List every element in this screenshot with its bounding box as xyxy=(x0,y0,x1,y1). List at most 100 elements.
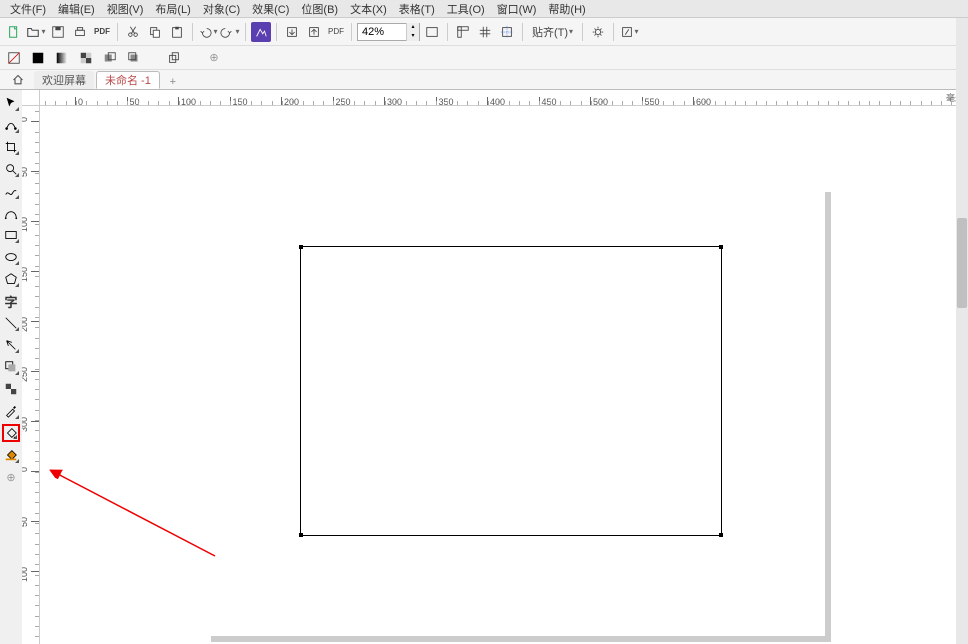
menu-edit[interactable]: 编辑(E) xyxy=(52,0,101,19)
separator xyxy=(582,23,583,41)
options-button[interactable] xyxy=(588,22,608,42)
toolbox-add-button[interactable]: ⊕ xyxy=(2,468,20,486)
ruler-h-tick: 500 xyxy=(590,97,608,105)
ruler-origin[interactable] xyxy=(22,90,40,106)
handle-top-left[interactable] xyxy=(299,245,303,249)
separator xyxy=(447,23,448,41)
show-guides-button[interactable] xyxy=(497,22,517,42)
ruler-h-tick: 450 xyxy=(539,97,557,105)
pick-tool[interactable] xyxy=(2,94,20,112)
cut-button[interactable] xyxy=(123,22,143,42)
launcher-button[interactable] xyxy=(619,22,639,42)
redo-button[interactable] xyxy=(220,22,240,42)
dimension-tool[interactable] xyxy=(2,314,20,332)
eyedropper-tool[interactable] xyxy=(2,402,20,420)
ruler-horizontal[interactable]: 毫米 050100150200250300350400450500550600 xyxy=(40,90,968,106)
interactive-fill-tool[interactable] xyxy=(2,424,20,442)
ruler-vertical[interactable]: 050100150200250300050100 xyxy=(22,106,40,644)
zoom-spinner[interactable]: ▴▾ xyxy=(406,23,419,41)
export-button[interactable] xyxy=(304,22,324,42)
snap-dropdown[interactable]: 贴齐(T) xyxy=(528,22,577,42)
overlay2-swatch[interactable] xyxy=(124,48,144,68)
crop-tool[interactable] xyxy=(2,138,20,156)
paste-button[interactable] xyxy=(167,22,187,42)
shape-tool[interactable] xyxy=(2,116,20,134)
connector-tool[interactable] xyxy=(2,336,20,354)
pattern-swatch[interactable] xyxy=(76,48,96,68)
scrollbar-thumb[interactable] xyxy=(957,218,967,308)
fullscreen-button[interactable] xyxy=(422,22,442,42)
separator xyxy=(117,23,118,41)
rectangle-tool[interactable] xyxy=(2,226,20,244)
zoom-value-field[interactable] xyxy=(358,26,406,38)
ruler-v-tick: 150 xyxy=(31,271,39,272)
active-document-tab[interactable]: 未命名 -1 xyxy=(96,71,160,89)
show-rulers-button[interactable] xyxy=(453,22,473,42)
canvas[interactable] xyxy=(40,106,968,644)
open-button[interactable] xyxy=(26,22,46,42)
save-button[interactable] xyxy=(48,22,68,42)
new-tab-button[interactable]: + xyxy=(166,75,180,89)
ruler-h-tick: 350 xyxy=(436,97,454,105)
ruler-h-tick: 300 xyxy=(384,97,402,105)
separator xyxy=(351,23,352,41)
separator xyxy=(613,23,614,41)
publish-pdf-button[interactable]: PDF xyxy=(326,22,346,42)
menu-help[interactable]: 帮助(H) xyxy=(542,0,591,19)
handle-bottom-right[interactable] xyxy=(719,533,723,537)
menu-window[interactable]: 窗口(W) xyxy=(491,0,543,19)
overlay1-swatch[interactable] xyxy=(100,48,120,68)
import-button[interactable] xyxy=(282,22,302,42)
smart-fill-tool[interactable] xyxy=(2,446,20,464)
vertical-scrollbar[interactable] xyxy=(956,18,968,644)
add-preset-button[interactable]: ⊕ xyxy=(204,48,224,68)
handle-top-right[interactable] xyxy=(719,245,723,249)
dropshadow-tool[interactable] xyxy=(2,358,20,376)
handle-bottom-left[interactable] xyxy=(299,533,303,537)
menubar: 文件(F) 编辑(E) 视图(V) 布局(L) 对象(C) 效果(C) 位图(B… xyxy=(0,0,968,18)
new-button[interactable] xyxy=(4,22,24,42)
show-grid-button[interactable] xyxy=(475,22,495,42)
ruler-h-tick: 400 xyxy=(487,97,505,105)
zoom-level-input[interactable]: ▴▾ xyxy=(357,23,420,41)
zoom-tool[interactable] xyxy=(2,160,20,178)
separator xyxy=(522,23,523,41)
copy-fill-button[interactable] xyxy=(164,48,184,68)
ruler-v-tick: 50 xyxy=(31,521,39,522)
no-fill-swatch[interactable] xyxy=(4,48,24,68)
menu-tools[interactable]: 工具(O) xyxy=(441,0,491,19)
bezier-tool[interactable] xyxy=(2,204,20,222)
copy-button[interactable] xyxy=(145,22,165,42)
export-pdf-button[interactable]: PDF xyxy=(92,22,112,42)
text-tool[interactable]: 字 xyxy=(2,292,20,310)
black-swatch[interactable] xyxy=(28,48,48,68)
print-button[interactable] xyxy=(70,22,90,42)
menu-view[interactable]: 视图(V) xyxy=(101,0,150,19)
transparency-tool[interactable] xyxy=(2,380,20,398)
polygon-tool[interactable] xyxy=(2,270,20,288)
welcome-tab[interactable]: 欢迎屏幕 xyxy=(34,71,94,89)
separator xyxy=(192,23,193,41)
ruler-v-tick: 0 xyxy=(31,471,39,472)
ruler-v-tick: 300 xyxy=(31,421,39,422)
canvas-viewport[interactable]: 毫米 050100150200250300350400450500550600 … xyxy=(22,90,968,644)
home-tab[interactable] xyxy=(4,71,32,89)
gradient-swatch[interactable] xyxy=(52,48,72,68)
menu-bitmap[interactable]: 位图(B) xyxy=(295,0,344,19)
main-area: 字 ⊕ 毫米 050100150200250300350400450500550… xyxy=(0,90,968,644)
menu-layout[interactable]: 布局(L) xyxy=(149,0,196,19)
menu-text[interactable]: 文本(X) xyxy=(344,0,393,19)
separator xyxy=(276,23,277,41)
menu-file[interactable]: 文件(F) xyxy=(4,0,52,19)
document-tabstrip: 欢迎屏幕 未命名 -1 + xyxy=(0,70,968,90)
ellipse-tool[interactable] xyxy=(2,248,20,266)
menu-object[interactable]: 对象(C) xyxy=(197,0,246,19)
menu-table[interactable]: 表格(T) xyxy=(393,0,441,19)
separator xyxy=(245,23,246,41)
search-content-button[interactable] xyxy=(251,22,271,42)
drawn-rectangle[interactable] xyxy=(300,246,722,536)
menu-effects[interactable]: 效果(C) xyxy=(246,0,295,19)
active-document-label: 未命名 -1 xyxy=(105,72,151,88)
freehand-tool[interactable] xyxy=(2,182,20,200)
undo-button[interactable] xyxy=(198,22,218,42)
